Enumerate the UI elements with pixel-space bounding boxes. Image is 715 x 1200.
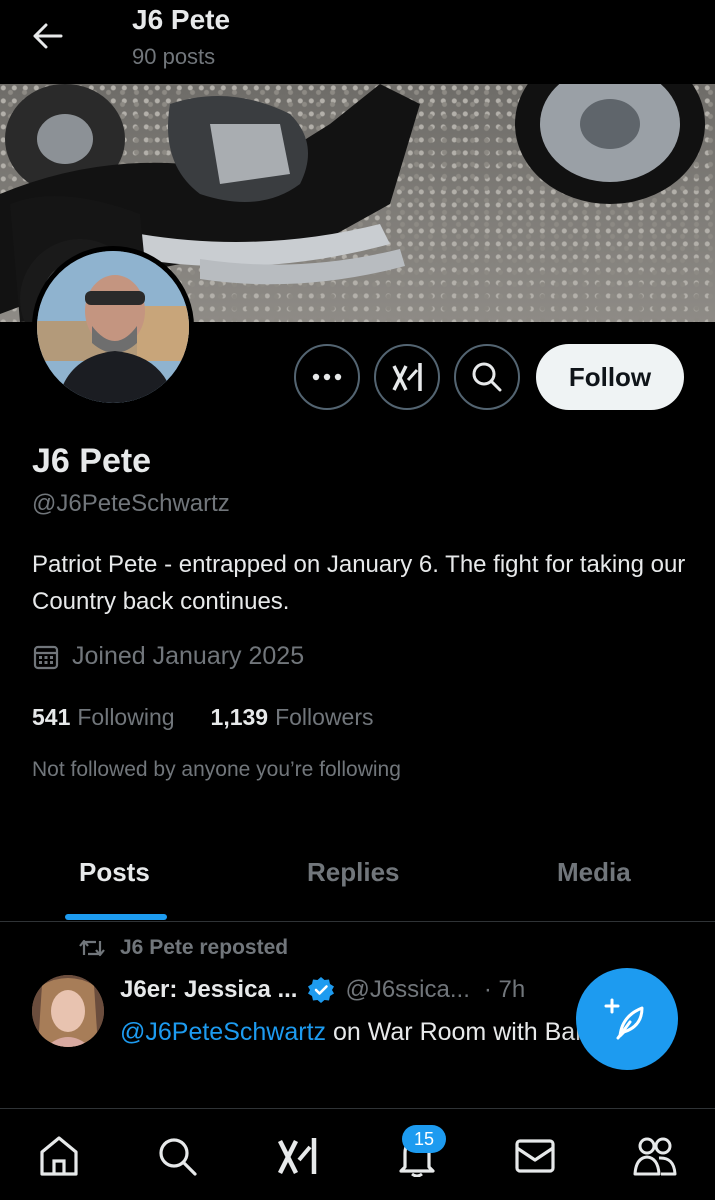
repost-icon: [79, 939, 105, 957]
followers-stat[interactable]: 1,139 Followers: [211, 704, 374, 731]
following-stat[interactable]: 541 Following: [32, 704, 175, 731]
profile-avatar[interactable]: [32, 246, 194, 408]
grok-icon: [277, 1138, 317, 1175]
compose-button[interactable]: [576, 968, 678, 1070]
tweet-avatar-image: [32, 975, 104, 1047]
joined-date: Joined January 2025: [32, 642, 304, 671]
nav-home[interactable]: [34, 1131, 84, 1181]
tweet-author-name[interactable]: J6er: Jessica ...: [120, 976, 297, 1004]
nav-grok[interactable]: [272, 1131, 322, 1181]
arrow-left-icon: [33, 23, 63, 49]
following-count: 541: [32, 704, 71, 730]
mail-icon: [515, 1139, 555, 1173]
search-icon: [159, 1138, 197, 1176]
tweet-header: J6er: Jessica ... @J6ssica... · 7h: [120, 976, 525, 1004]
compose-feather-icon: [604, 998, 644, 1040]
profile-tabs: Posts Replies Media: [0, 830, 715, 922]
tab-posts[interactable]: Posts: [79, 857, 150, 888]
profile-name: J6 Pete: [32, 442, 152, 480]
repost-label[interactable]: J6 Pete reposted: [120, 936, 288, 960]
nav-search[interactable]: [152, 1131, 202, 1181]
active-tab-indicator: [65, 914, 167, 920]
repost-indicator: J6 Pete reposted: [78, 936, 288, 960]
grok-icon: [392, 363, 422, 391]
tweet-time[interactable]: · 7h: [484, 976, 525, 1004]
verified-badge-icon: [307, 976, 335, 1004]
tab-media[interactable]: Media: [557, 857, 631, 888]
header-posts-count: 90 posts: [132, 44, 216, 69]
more-options-button[interactable]: [294, 344, 360, 410]
nav-messages[interactable]: [510, 1131, 560, 1181]
top-bar: J6 Pete 90 posts: [0, 0, 715, 84]
followers-label: Followers: [275, 704, 374, 730]
avatar-image: [37, 251, 189, 403]
bottom-navigation: 15: [0, 1108, 715, 1200]
home-icon: [40, 1136, 78, 1176]
search-icon: [472, 362, 502, 392]
follow-stats: 541 Following 1,139 Followers: [32, 704, 410, 731]
search-profile-button[interactable]: [454, 344, 520, 410]
profile-handle: @J6PeteSchwartz: [32, 490, 230, 517]
tweet-mention-link[interactable]: @J6PeteSchwartz: [120, 1018, 326, 1046]
follow-button[interactable]: Follow: [536, 344, 684, 410]
not-followed-notice: Not followed by anyone you’re following: [32, 758, 401, 781]
nav-communities[interactable]: [630, 1131, 680, 1181]
tab-replies[interactable]: Replies: [307, 857, 400, 888]
more-dots-icon: [312, 373, 342, 381]
tweet-author-avatar[interactable]: [32, 975, 104, 1047]
following-label: Following: [77, 704, 175, 730]
header-title: J6 Pete: [132, 4, 231, 35]
tweet-author-handle[interactable]: @J6ssica...: [345, 976, 469, 1004]
notifications-badge: 15: [402, 1125, 446, 1153]
grok-button[interactable]: [374, 344, 440, 410]
back-button[interactable]: [26, 18, 70, 54]
communities-icon: [633, 1137, 677, 1176]
followers-count: 1,139: [210, 704, 269, 730]
profile-bio: Patriot Pete - entrapped on January 6. T…: [32, 551, 686, 615]
calendar-icon: [33, 645, 59, 669]
joined-text: Joined January 2025: [72, 642, 305, 670]
